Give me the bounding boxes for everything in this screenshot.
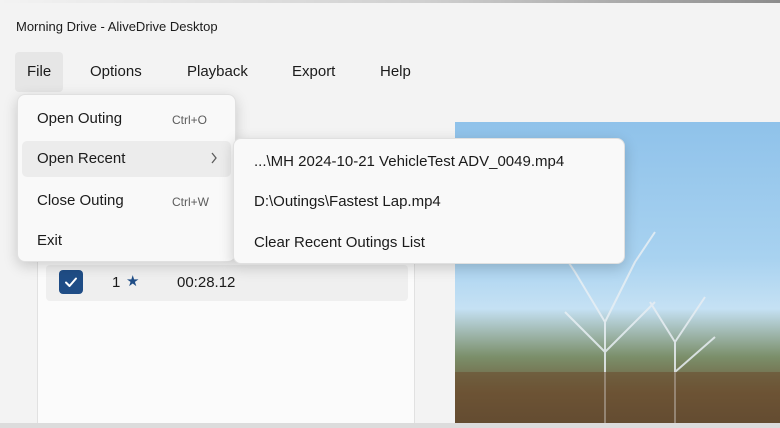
title-bar-edge xyxy=(0,0,780,3)
menu-export[interactable]: Export xyxy=(280,52,347,92)
checkmark-icon xyxy=(65,277,77,287)
menu-item-close-outing[interactable]: Close Outing Ctrl+W xyxy=(22,183,231,219)
title-bar: Morning Drive - AliveDrive Desktop xyxy=(0,0,780,52)
menu-file[interactable]: File xyxy=(15,52,64,92)
recent-item-label: ...\MH 2024-10-21 VehicleTest ADV_0049.m… xyxy=(254,153,565,170)
lap-number: 1 xyxy=(112,274,121,291)
menu-item-open-outing[interactable]: Open Outing Ctrl+O xyxy=(22,101,231,137)
lap-time: 00:28.12 xyxy=(177,274,236,291)
menu-playback[interactable]: Playback xyxy=(175,52,260,92)
window-title: Morning Drive - AliveDrive Desktop xyxy=(16,19,218,34)
app-window: Morning Drive - AliveDrive Desktop File … xyxy=(0,0,780,423)
menu-item-label: Open Outing xyxy=(37,110,123,127)
menu-options[interactable]: Options xyxy=(78,52,154,92)
menu-bar: File Options Playback Export Help xyxy=(0,52,780,92)
menu-item-label: Exit xyxy=(37,232,63,249)
star-icon: ★ xyxy=(126,273,140,290)
recent-item-label: D:\Outings\Fastest Lap.mp4 xyxy=(254,193,441,210)
menu-item-label: Open Recent xyxy=(37,150,126,167)
lap-checkbox[interactable] xyxy=(59,270,83,294)
menu-item-shortcut: Ctrl+O xyxy=(172,113,208,127)
recent-outings-submenu: ...\MH 2024-10-21 VehicleTest ADV_0049.m… xyxy=(233,138,625,264)
menu-item-label: Close Outing xyxy=(37,192,124,209)
recent-item[interactable]: ...\MH 2024-10-21 VehicleTest ADV_0049.m… xyxy=(238,143,620,181)
chevron-right-icon xyxy=(210,152,218,167)
file-menu-dropdown: Open Outing Ctrl+O Open Recent Close Out… xyxy=(17,94,236,262)
clear-recent-button[interactable]: Clear Recent Outings List xyxy=(238,224,620,262)
clear-recent-label: Clear Recent Outings List xyxy=(254,234,425,251)
menu-item-open-recent[interactable]: Open Recent xyxy=(22,141,231,177)
menu-item-exit[interactable]: Exit xyxy=(22,223,231,259)
menu-item-shortcut: Ctrl+W xyxy=(172,195,209,209)
recent-item[interactable]: D:\Outings\Fastest Lap.mp4 xyxy=(238,183,620,221)
menu-help[interactable]: Help xyxy=(368,52,423,92)
